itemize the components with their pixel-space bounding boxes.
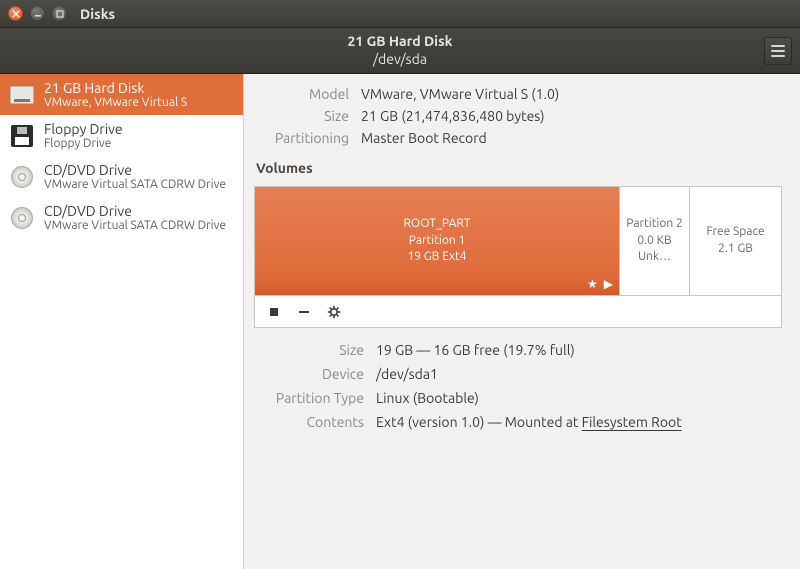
sidebar-item-floppy[interactable]: Floppy Drive Floppy Drive	[0, 115, 243, 156]
device-name: CD/DVD Drive	[44, 203, 226, 219]
header-title: 21 GB Hard Disk	[0, 33, 800, 51]
volume-size: 0.0 KB Unk…	[620, 233, 689, 267]
volume-label: Partition 1	[409, 233, 465, 250]
maximize-icon	[56, 10, 64, 18]
minus-icon	[297, 305, 311, 319]
device-sub: VMware, VMware Virtual S	[44, 96, 187, 109]
volumes-heading: Volumes	[256, 160, 782, 176]
device-sub: VMware Virtual SATA CDRW Drive	[44, 219, 226, 232]
volume-map: ROOT_PART Partition 1 19 GB Ext4 ★ ▶ Par…	[254, 186, 782, 296]
star-icon: ★	[587, 277, 598, 291]
value-vol-device: /dev/sda1	[376, 366, 782, 382]
value-vol-size: 19 GB — 16 GB free (19.7% full)	[376, 342, 782, 358]
unmount-button[interactable]	[261, 301, 287, 323]
sidebar-item-cd-2[interactable]: CD/DVD Drive VMware Virtual SATA CDRW Dr…	[0, 197, 243, 238]
more-actions-button[interactable]	[321, 301, 347, 323]
device-name: 21 GB Hard Disk	[44, 80, 187, 96]
hamburger-icon	[771, 50, 785, 52]
window-close-button[interactable]	[8, 6, 23, 21]
floppy-icon	[11, 125, 33, 147]
drive-info: Model VMware, VMware Virtual S (1.0) Siz…	[254, 86, 782, 146]
volume-name: Partition 2	[626, 216, 682, 233]
header-subtitle: /dev/sda	[0, 51, 800, 69]
header-bar: 21 GB Hard Disk /dev/sda	[0, 28, 800, 74]
device-sub: Floppy Drive	[44, 137, 123, 150]
menu-button[interactable]	[764, 37, 792, 65]
app-title: Disks	[80, 6, 115, 22]
volume-size: 2.1 GB	[718, 241, 753, 258]
hard-disk-icon	[10, 86, 34, 104]
volume-partition-2[interactable]: Partition 2 0.0 KB Unk…	[620, 187, 690, 295]
volume-name: Free Space	[706, 224, 764, 241]
contents-text: Ext4 (version 1.0) — Mounted at	[376, 414, 582, 430]
value-partitioning: Master Boot Record	[361, 130, 782, 146]
label-vol-contents: Contents	[254, 414, 364, 430]
main-panel: Model VMware, VMware Virtual S (1.0) Siz…	[244, 74, 800, 569]
device-name: Floppy Drive	[44, 121, 123, 137]
value-size: 21 GB (21,474,836,480 bytes)	[361, 108, 782, 124]
volume-info: Size 19 GB — 16 GB free (19.7% full) Dev…	[254, 342, 782, 430]
device-name: CD/DVD Drive	[44, 162, 226, 178]
label-vol-ptype: Partition Type	[254, 390, 364, 406]
volume-root-part[interactable]: ROOT_PART Partition 1 19 GB Ext4 ★ ▶	[255, 187, 620, 295]
label-size: Size	[254, 108, 349, 124]
cd-icon	[11, 207, 33, 229]
device-sub: VMware Virtual SATA CDRW Drive	[44, 178, 226, 191]
label-model: Model	[254, 86, 349, 102]
window-minimize-button[interactable]	[30, 6, 45, 21]
label-vol-size: Size	[254, 342, 364, 358]
label-partitioning: Partitioning	[254, 130, 349, 146]
mount-link[interactable]: Filesystem Root	[582, 414, 682, 430]
volume-toolbar	[254, 296, 782, 328]
value-vol-contents: Ext4 (version 1.0) — Mounted at Filesyst…	[376, 414, 782, 430]
stop-icon	[268, 306, 280, 318]
volume-name: ROOT_PART	[403, 216, 470, 233]
volume-free-space[interactable]: Free Space 2.1 GB	[690, 187, 781, 295]
volume-size: 19 GB Ext4	[407, 249, 466, 266]
gear-icon	[327, 305, 341, 319]
value-model: VMware, VMware Virtual S (1.0)	[361, 86, 782, 102]
window-titlebar: Disks	[0, 0, 800, 28]
sidebar-item-cd-1[interactable]: CD/DVD Drive VMware Virtual SATA CDRW Dr…	[0, 156, 243, 197]
value-vol-ptype: Linux (Bootable)	[376, 390, 782, 406]
minimize-icon	[34, 10, 42, 18]
close-icon	[12, 10, 20, 18]
device-sidebar: 21 GB Hard Disk VMware, VMware Virtual S…	[0, 74, 244, 569]
label-vol-device: Device	[254, 366, 364, 382]
window-maximize-button[interactable]	[52, 6, 67, 21]
play-icon: ▶	[604, 277, 613, 291]
sidebar-item-hard-disk[interactable]: 21 GB Hard Disk VMware, VMware Virtual S	[0, 74, 243, 115]
delete-partition-button[interactable]	[291, 301, 317, 323]
cd-icon	[11, 166, 33, 188]
